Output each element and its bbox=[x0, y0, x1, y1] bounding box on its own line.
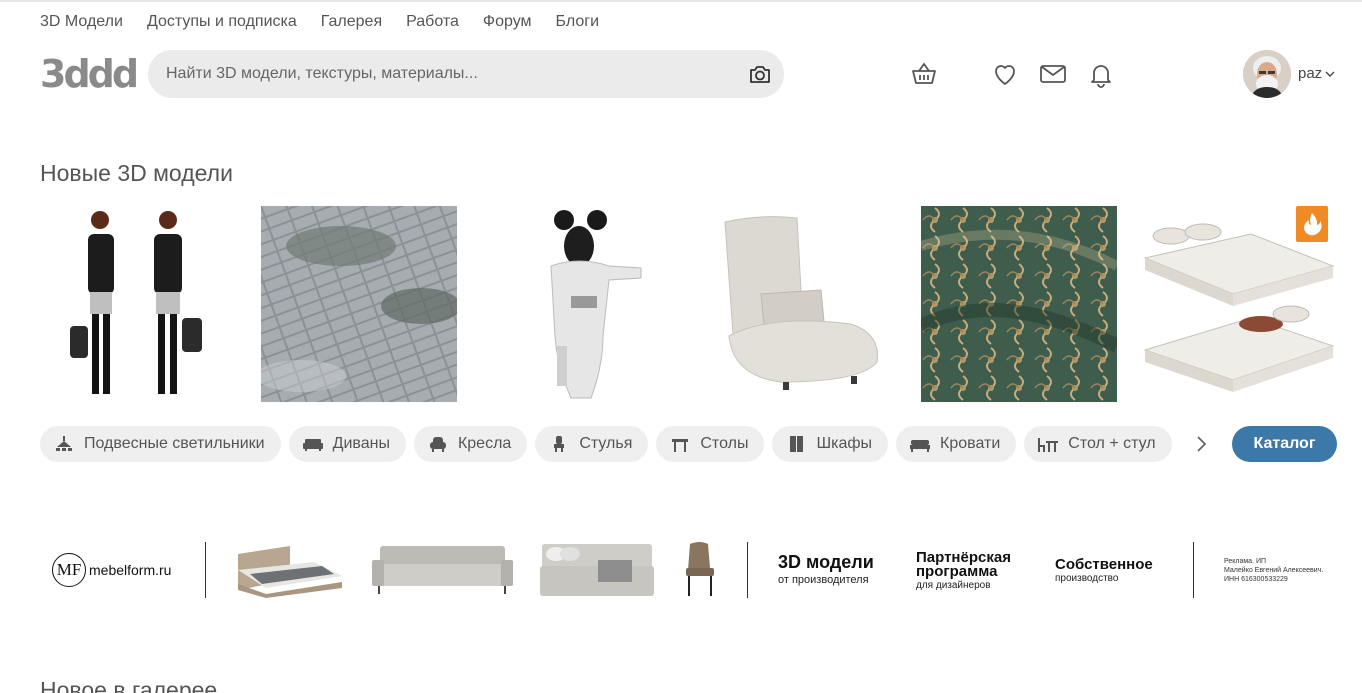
category-label: Подвесные светильники bbox=[84, 435, 265, 452]
chevron-right-icon[interactable] bbox=[1191, 433, 1211, 455]
model-card-paving[interactable] bbox=[261, 206, 457, 402]
promo-production-subtitle: производство bbox=[1055, 573, 1119, 584]
nav-item-forum[interactable]: Форум bbox=[483, 13, 532, 31]
table-icon bbox=[672, 439, 689, 452]
fire-icon bbox=[1304, 213, 1322, 236]
category-label: Столы bbox=[700, 435, 749, 452]
promo-production-title: Собственное bbox=[1055, 556, 1153, 573]
category-chip-table-chair[interactable]: Стол + стул bbox=[1024, 426, 1172, 462]
ad-legal-text: Реклама. ИП Малейко Евгений Алексеевич. … bbox=[1224, 557, 1334, 584]
username: paz bbox=[1298, 65, 1323, 82]
category-label: Кровати bbox=[940, 435, 1001, 452]
site-logo[interactable]: 3ddd bbox=[40, 54, 139, 94]
nav-item-blogs[interactable]: Блоги bbox=[556, 13, 600, 31]
search-input[interactable] bbox=[166, 65, 726, 83]
user-menu[interactable]: paz bbox=[1298, 65, 1335, 82]
legal-line: ИНН 616300533229 bbox=[1224, 576, 1288, 583]
sculpture-model-image bbox=[491, 206, 687, 402]
search-bar bbox=[148, 50, 784, 98]
chair-icon bbox=[554, 436, 565, 452]
banner-divider bbox=[747, 542, 748, 598]
camera-icon[interactable] bbox=[748, 62, 772, 86]
banner-divider bbox=[205, 542, 206, 598]
category-label: Стулья bbox=[579, 435, 633, 452]
sofa-bed-thumbnail bbox=[540, 544, 654, 596]
chevron-down-icon bbox=[1325, 71, 1335, 77]
catalog-button[interactable]: Каталог bbox=[1232, 426, 1337, 462]
wardrobe-icon bbox=[790, 436, 804, 452]
promo-3d-models-title: 3D модели bbox=[778, 552, 874, 572]
model-card-people[interactable] bbox=[40, 206, 236, 402]
top-border bbox=[0, 0, 1362, 2]
top-nav: 3D Модели Доступы и подписка Галерея Раб… bbox=[40, 13, 599, 31]
sofa-thumbnail bbox=[372, 546, 513, 594]
category-chip-pendant-lamps[interactable]: Подвесные светильники bbox=[40, 426, 281, 462]
category-chip-sofas[interactable]: Диваны bbox=[288, 426, 406, 462]
model-card-armchair[interactable] bbox=[711, 206, 907, 402]
paving-texture-image bbox=[261, 206, 457, 402]
banner-divider bbox=[1193, 542, 1194, 598]
category-chip-chairs[interactable]: Стулья bbox=[535, 426, 649, 462]
armchair-icon bbox=[429, 437, 446, 452]
category-chip-armchairs[interactable]: Кресла bbox=[413, 426, 528, 462]
bed-thumbnail bbox=[238, 546, 342, 598]
category-label: Стол + стул bbox=[1068, 435, 1156, 452]
hot-badge bbox=[1296, 206, 1328, 242]
ad-banner[interactable]: MF mebelform.ru 3D модели от производите… bbox=[40, 536, 1337, 606]
promo-partner-subtitle: для дизайнеров bbox=[916, 580, 991, 591]
bed-icon bbox=[910, 440, 931, 452]
sofa-icon bbox=[302, 439, 323, 451]
mebelform-brand: mebelform.ru bbox=[89, 562, 172, 578]
section-title-gallery: Новое в галерее bbox=[40, 677, 218, 693]
legal-line: Реклама. ИП bbox=[1224, 558, 1267, 565]
model-card-fabric[interactable] bbox=[921, 206, 1117, 402]
nav-item-access[interactable]: Доступы и подписка bbox=[147, 13, 297, 31]
table-chair-icon bbox=[1038, 438, 1059, 452]
category-chip-beds[interactable]: Кровати bbox=[896, 426, 1017, 462]
bell-icon[interactable] bbox=[1087, 60, 1115, 88]
model-card-sculpture[interactable] bbox=[491, 206, 687, 402]
category-chips: Подвесные светильники Диваны Кресла Стул… bbox=[40, 426, 1172, 462]
category-label: Диваны bbox=[332, 435, 390, 452]
people-model-image bbox=[40, 206, 236, 402]
section-title-new-models: Новые 3D модели bbox=[40, 160, 233, 186]
legal-line: Малейко Евгений Алексеевич. bbox=[1224, 567, 1324, 574]
nav-item-3d-models[interactable]: 3D Модели bbox=[40, 13, 123, 31]
category-label: Кресла bbox=[457, 435, 512, 452]
mail-icon[interactable] bbox=[1039, 60, 1067, 88]
armchair-model-image bbox=[711, 206, 907, 402]
avatar[interactable] bbox=[1243, 50, 1291, 98]
pendant-lamp-icon bbox=[56, 436, 72, 451]
mebelform-logo: MF bbox=[52, 553, 86, 587]
chair-thumbnail bbox=[686, 542, 714, 596]
promo-partner-title-line2: программа bbox=[916, 563, 998, 580]
category-chip-tables[interactable]: Столы bbox=[656, 426, 765, 462]
nav-item-work[interactable]: Работа bbox=[406, 13, 459, 31]
category-chip-wardrobes[interactable]: Шкафы bbox=[772, 426, 889, 462]
promo-3d-models-subtitle: от производителя bbox=[778, 574, 869, 586]
nav-item-gallery[interactable]: Галерея bbox=[321, 13, 382, 31]
heart-icon[interactable] bbox=[991, 60, 1019, 88]
category-label: Шкафы bbox=[816, 435, 873, 452]
fabric-texture-image bbox=[921, 206, 1117, 402]
basket-icon[interactable] bbox=[910, 60, 938, 88]
